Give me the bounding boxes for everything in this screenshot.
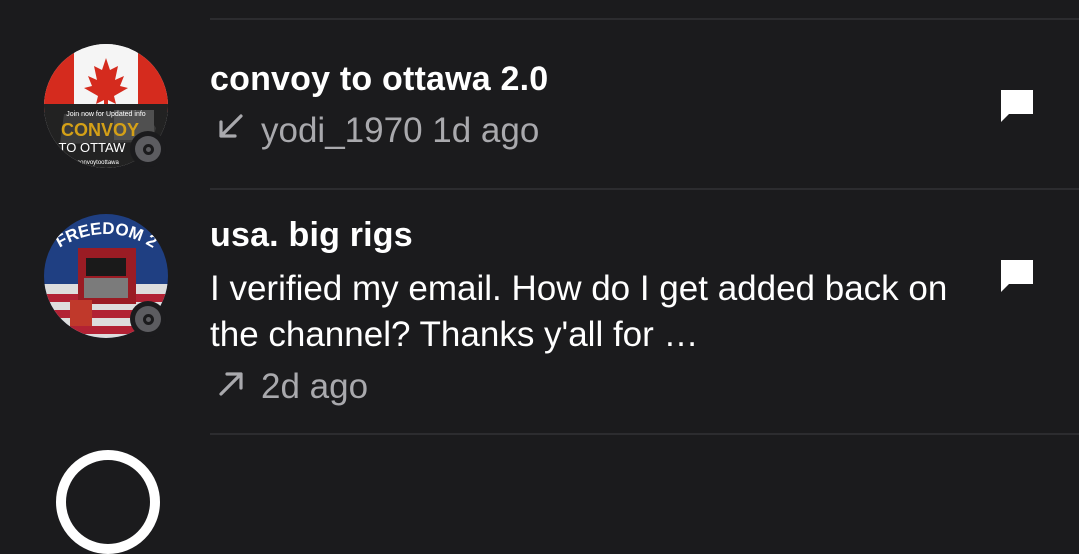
conversation-row[interactable]: Join now for Updated info CONVOY TO OTTA… [0, 0, 1079, 190]
channel-badge-icon [130, 131, 166, 167]
avatar-small-text: TO OTTAW [59, 140, 127, 155]
outgoing-arrow-icon [219, 372, 243, 396]
conversation-row[interactable]: FREEDOM 2022 usa. big rigs I verified my… [0, 190, 1079, 433]
avatar-banner-text: Join now for Updated info [66, 111, 145, 118]
chat-bubble-icon[interactable] [997, 256, 1037, 296]
avatar-handle-text: convoytoottawa [77, 160, 119, 166]
conversation-title: usa. big rigs [210, 216, 413, 254]
chat-bubble-icon[interactable] [997, 86, 1037, 126]
list-divider [210, 433, 1079, 435]
timestamp: 2d ago [261, 367, 369, 406]
sender-name: yodi_1970 [261, 111, 423, 150]
avatar[interactable] [56, 450, 160, 554]
timestamp: 1d ago [432, 111, 540, 150]
conversation-meta: 2d ago [213, 366, 368, 407]
conversation-meta: yodi_1970 1d ago [213, 110, 539, 151]
incoming-arrow-icon [219, 114, 243, 138]
channel-badge-icon [130, 301, 166, 337]
conversation-title: convoy to ottawa 2.0 [210, 60, 549, 98]
avatar-big-text: CONVOY [61, 120, 139, 140]
message-preview: I verified my email. How do I get added … [210, 269, 948, 354]
